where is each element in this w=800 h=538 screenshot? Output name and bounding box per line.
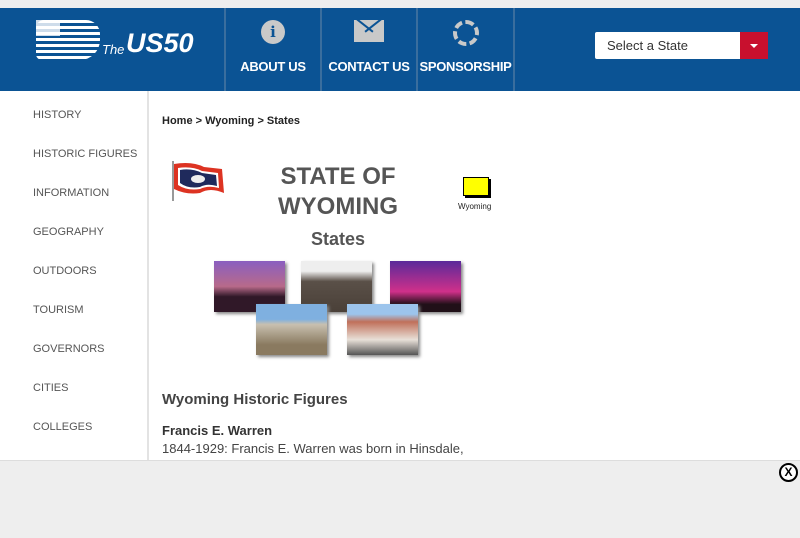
- state-select-value: Select a State: [607, 38, 688, 53]
- nav-label: CONTACT US: [328, 59, 410, 74]
- page-subtitle: States: [310, 229, 366, 249]
- capitol-building-photo: [256, 304, 327, 355]
- top-strip: [0, 0, 800, 8]
- logo-us50: US50: [126, 28, 194, 58]
- wyoming-map-icon: [463, 177, 489, 196]
- downtown-street-photo: [347, 304, 418, 355]
- nav-contact-us[interactable]: CONTACT US: [320, 8, 416, 91]
- nav-sponsorship[interactable]: SPONSORSHIP: [416, 8, 515, 91]
- sidebar: HISTORY HISTORIC FIGURES INFORMATION GEO…: [0, 91, 149, 461]
- site-logo[interactable]: The US50: [36, 20, 206, 70]
- breadcrumb[interactable]: Home > Wyoming > States: [162, 115, 300, 127]
- sidebar-item-information[interactable]: INFORMATION: [33, 187, 109, 199]
- nav-label: ABOUT US: [240, 59, 306, 74]
- cycle-icon: [452, 20, 479, 46]
- figure-name: Francis E. Warren: [162, 423, 273, 438]
- site-header: The US50 i ABOUT US CONTACT US SPONSORSHI…: [0, 8, 800, 91]
- wyoming-flag-icon: [172, 161, 224, 201]
- page-title: STATE OF WYOMING: [238, 162, 438, 222]
- nav-label: SPONSORSHIP: [419, 59, 512, 74]
- title-line-1: STATE OF: [280, 163, 396, 190]
- sidebar-item-tourism[interactable]: TOURISM: [33, 304, 84, 316]
- ad-banner: [0, 460, 800, 538]
- sidebar-item-history[interactable]: HISTORY: [33, 109, 82, 121]
- state-select[interactable]: Select a State: [595, 32, 768, 59]
- sidebar-item-cities[interactable]: CITIES: [33, 382, 68, 394]
- map-caption: Wyoming: [458, 202, 492, 211]
- info-icon: i: [261, 20, 285, 44]
- close-ad-button[interactable]: X: [779, 463, 798, 482]
- us-flag-map-icon: [36, 20, 100, 60]
- chevron-down-icon[interactable]: [740, 32, 768, 59]
- sidebar-item-outdoors[interactable]: OUTDOORS: [33, 265, 97, 277]
- section-title: Wyoming Historic Figures: [162, 391, 348, 408]
- sidebar-item-governors[interactable]: GOVERNORS: [33, 343, 105, 355]
- sidebar-item-geography[interactable]: GEOGRAPHY: [33, 226, 104, 238]
- title-line-2: WYOMING: [278, 193, 398, 220]
- nav-about-us[interactable]: i ABOUT US: [224, 8, 320, 91]
- sidebar-item-colleges[interactable]: COLLEGES: [33, 421, 92, 433]
- figure-description: 1844-1929: Francis E. Warren was born in…: [162, 441, 464, 456]
- sidebar-item-historic-figures[interactable]: HISTORIC FIGURES: [33, 148, 137, 160]
- envelope-icon: [354, 20, 384, 42]
- logo-the: The: [102, 42, 125, 57]
